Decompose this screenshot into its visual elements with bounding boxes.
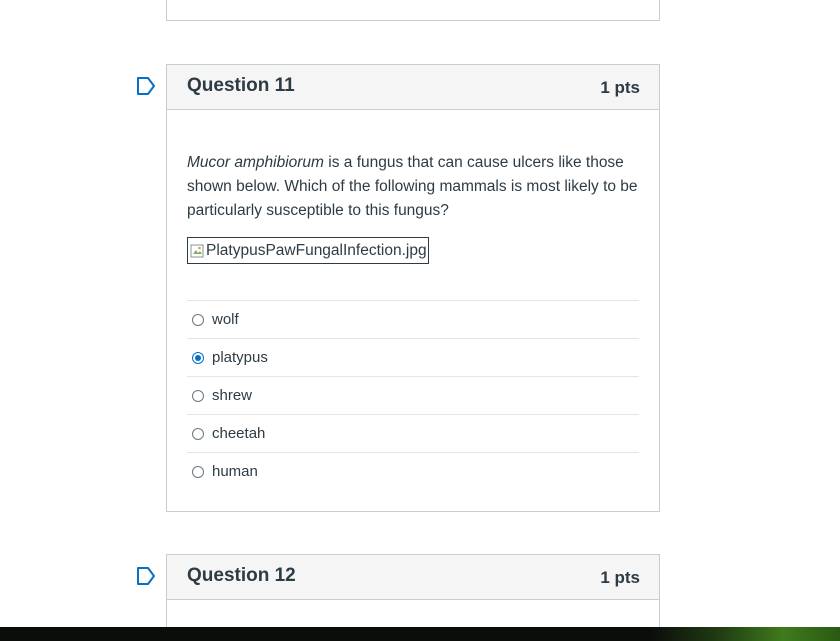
question-image: PlatypusPawFungalInfection.jpg [187,237,429,264]
wallpaper-fragment [650,627,840,641]
answer-option-human[interactable]: human [187,453,639,490]
radio-button[interactable] [192,389,204,402]
radio-button[interactable] [192,313,204,326]
answer-option-cheetah[interactable]: cheetah [187,415,639,453]
answer-label: shrew [212,387,253,404]
answer-list: wolf platypus shrew cheetah human [187,300,639,490]
previous-question-card [166,0,660,21]
radio-button-selected[interactable] [192,351,204,364]
question-11-header: Question 11 1 pts [167,65,659,110]
answer-label: human [212,463,258,480]
question-11-text: Mucor amphibiorum is a fungus that can c… [187,110,639,223]
answer-option-wolf[interactable]: wolf [187,301,639,339]
question-12-points: 1 pts [600,568,640,587]
answer-label: platypus [212,349,268,366]
taskbar-strip [0,627,840,641]
flag-question-11-icon[interactable] [136,77,156,95]
question-11-points: 1 pts [600,78,640,97]
broken-image-icon [190,244,204,257]
question-12-card: Question 12 1 pts [166,554,660,636]
species-name: Mucor amphibiorum [187,154,324,171]
answer-option-platypus[interactable]: platypus [187,339,639,377]
question-12-header: Question 12 1 pts [167,555,659,600]
radio-button[interactable] [192,465,204,478]
answer-label: wolf [212,311,239,328]
answer-option-shrew[interactable]: shrew [187,377,639,415]
question-11-card: Question 11 1 pts Mucor amphibiorum is a… [166,64,660,512]
question-11-title: Question 11 [187,75,295,96]
radio-button[interactable] [192,427,204,440]
answer-label: cheetah [212,425,266,442]
question-12-title: Question 12 [187,565,296,586]
image-alt-text: PlatypusPawFungalInfection.jpg [206,241,427,259]
flag-question-12-icon[interactable] [136,567,156,585]
